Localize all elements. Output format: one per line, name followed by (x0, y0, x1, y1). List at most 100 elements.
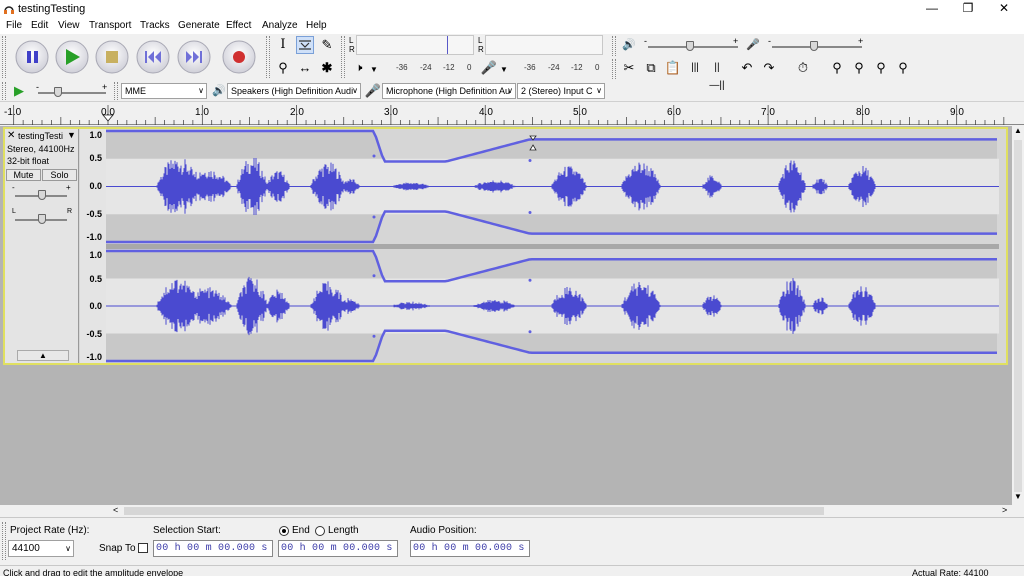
device-toolbar-grip[interactable] (114, 82, 118, 100)
scroll-down-icon[interactable]: ▼ (1014, 492, 1022, 501)
recording-channels-select[interactable]: 2 (Stereo) Input C ∨ (517, 83, 605, 99)
envelope-point (528, 159, 532, 163)
trim-icon[interactable]: ||| (686, 59, 704, 77)
waveform-display[interactable] (106, 129, 999, 363)
record-scale-label: -36 (396, 63, 408, 72)
close-icon[interactable]: ✕ (986, 0, 1022, 18)
cut-icon[interactable]: ✂ (620, 59, 638, 77)
length-radio[interactable] (315, 526, 325, 536)
menu-view[interactable]: View (58, 20, 80, 31)
track-menu-dropdown-icon[interactable]: ▼ (67, 130, 76, 140)
vertical-scroll-thumb[interactable] (1014, 140, 1022, 492)
chevron-down-icon: ∨ (507, 86, 513, 95)
play-at-speed-grip[interactable] (2, 82, 6, 100)
vscale-label: 1.0 (89, 130, 102, 140)
fit-project-icon[interactable]: ⚲ (894, 59, 912, 77)
pan-slider[interactable] (38, 214, 46, 224)
transport-toolbar-grip[interactable] (2, 36, 6, 78)
selection-tool-icon[interactable]: I (274, 36, 292, 54)
menu-effect[interactable]: Effect (226, 20, 251, 31)
pause-button[interactable] (15, 40, 49, 74)
vertical-scrollbar[interactable]: ▲ ▼ (1012, 126, 1024, 505)
project-rate-select[interactable]: 44100 ∨ (8, 540, 74, 557)
record-scale-label: 0 (467, 63, 472, 72)
multi-tool-icon[interactable]: ✱ (318, 59, 336, 77)
envelope-tool-icon[interactable] (296, 36, 314, 54)
recording-meter[interactable] (356, 35, 474, 55)
collapse-track-button[interactable]: ▲ (17, 350, 69, 361)
zoom-tool-icon[interactable]: ⚲ (274, 59, 292, 77)
redo-icon[interactable]: ↷ (760, 59, 778, 77)
menu-help[interactable]: Help (306, 20, 327, 31)
playback-meter[interactable] (485, 35, 603, 55)
skip-to-end-button[interactable] (177, 40, 211, 74)
record-meter-l: L (349, 36, 354, 45)
ruler-label: 7.0 (761, 107, 775, 118)
envelope-point (528, 210, 532, 214)
selection-end-field[interactable]: 00 h 00 m 00.000 s (278, 540, 398, 557)
recording-meter-grip[interactable] (341, 36, 345, 78)
edit-toolbar-grip[interactable] (612, 59, 616, 79)
stop-button[interactable] (95, 40, 129, 74)
menu-edit[interactable]: Edit (31, 20, 48, 31)
play-meter-dropdown-icon[interactable]: ▼ (500, 65, 508, 74)
undo-icon[interactable]: ↶ (738, 59, 756, 77)
record-meter-speaker-icon[interactable]: 🕨 (350, 59, 368, 77)
play-button[interactable] (55, 40, 89, 74)
mixer-toolbar-grip[interactable] (612, 36, 616, 56)
play-at-speed-slider[interactable] (54, 87, 62, 97)
snap-to-checkbox[interactable] (138, 543, 148, 553)
time-shift-tool-icon[interactable]: ↔ (296, 59, 314, 77)
paste-icon[interactable]: 📋 (664, 59, 682, 77)
collapse-icon: ▲ (39, 351, 47, 360)
solo-button[interactable]: Solo (42, 169, 77, 181)
menu-analyze[interactable]: Analyze (262, 20, 298, 31)
selection-start-value: 00 h 00 m 00.000 s (156, 543, 268, 554)
mute-button[interactable]: Mute (6, 169, 41, 181)
scroll-left-icon[interactable]: < (113, 505, 118, 515)
record-meter-dropdown-icon[interactable]: ▼ (370, 65, 378, 74)
restore-icon[interactable]: ❐ (950, 0, 986, 18)
close-track-icon[interactable]: ✕ (7, 130, 15, 141)
play-at-speed-button[interactable]: ▶ (10, 82, 28, 100)
minimize-icon[interactable]: — (914, 0, 950, 18)
silence-icon[interactable]: ||—|| (708, 59, 726, 91)
microphone-icon[interactable]: 🎤 (480, 59, 498, 77)
record-button[interactable] (222, 40, 256, 74)
gain-slider[interactable] (38, 190, 46, 200)
audio-position-field[interactable]: 00 h 00 m 00.000 s (410, 540, 530, 557)
draw-tool-icon[interactable]: ✎ (318, 36, 336, 54)
playback-volume-slider[interactable] (686, 41, 694, 51)
horizontal-scroll-thumb[interactable] (124, 507, 824, 515)
zoom-out-icon[interactable]: ⚲ (850, 59, 868, 77)
menu-tracks[interactable]: Tracks (140, 20, 170, 31)
vscale-label: -0.5 (86, 209, 102, 219)
sync-lock-icon[interactable]: ⏱ (794, 59, 812, 77)
zoom-in-icon[interactable]: ⚲ (828, 59, 846, 77)
skip-to-start-button[interactable] (136, 40, 170, 74)
selection-start-field[interactable]: 00 h 00 m 00.000 s (153, 540, 273, 557)
menu-file[interactable]: File (6, 20, 22, 31)
scroll-right-icon[interactable]: > (1002, 505, 1007, 515)
fit-selection-icon[interactable]: ⚲ (872, 59, 890, 77)
window-title: testingTesting (18, 3, 86, 15)
track-name-menu[interactable]: testingTesti (18, 131, 68, 141)
menu-bar: File Edit View Transport Tracks Generate… (0, 18, 1024, 34)
end-radio[interactable] (279, 526, 289, 536)
tools-toolbar-grip[interactable] (266, 36, 270, 78)
envelope-point (528, 330, 532, 334)
menu-generate[interactable]: Generate (178, 20, 220, 31)
recording-volume-slider[interactable] (810, 41, 818, 51)
toolbar-area: I ✎ ⚲ ↔ ✱ L R 🕨 ▼ -36 -24 -12 0 L R 🎤 ▼ … (0, 34, 1024, 102)
copy-icon[interactable]: ⧉ (642, 59, 660, 77)
speed-track (38, 92, 106, 94)
recording-device-select[interactable]: Microphone (High Definition Au ∨ (382, 83, 516, 99)
horizontal-scrollbar[interactable]: < > (0, 505, 1014, 517)
selection-toolbar: Project Rate (Hz): 44100 ∨ Snap To Select… (0, 517, 1024, 565)
scroll-up-icon[interactable]: ▲ (1014, 126, 1022, 135)
playback-device-select[interactable]: Speakers (High Definition Audi ∨ (227, 83, 361, 99)
audio-host-select[interactable]: MME ∨ (121, 83, 207, 99)
selection-toolbar-grip[interactable] (2, 522, 6, 560)
timeline-ruler[interactable]: -1.0 0.0 1.0 2.0 3.0 4.0 5.0 6.0 7.0 8.0… (0, 103, 1024, 125)
menu-transport[interactable]: Transport (89, 20, 131, 31)
